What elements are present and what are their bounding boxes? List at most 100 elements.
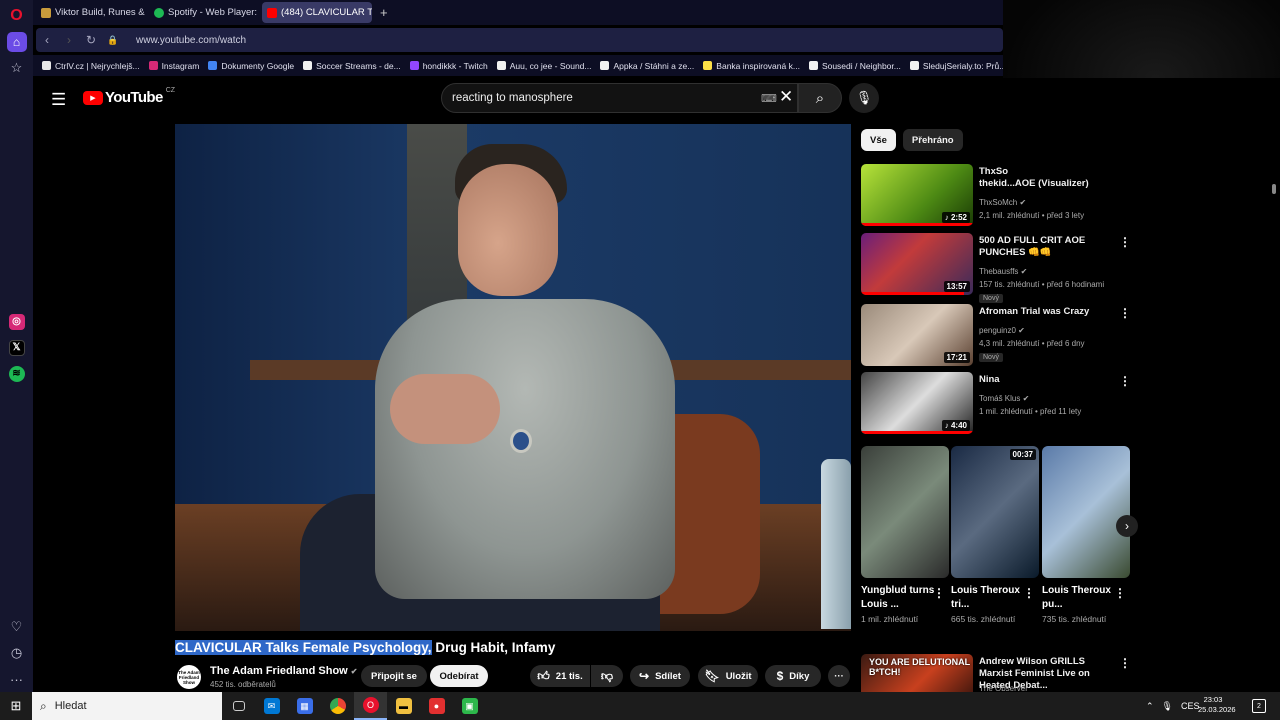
bookmark-favicon-icon <box>42 61 51 70</box>
bookmark-item[interactable]: Sousedi / Neighbor... <box>808 61 901 71</box>
bookmark-item[interactable]: SledujSerialy.to: Prů... <box>909 61 1003 71</box>
more-options-icon[interactable]: ⋮ <box>1114 586 1126 600</box>
recommendation-item[interactable]: 17:21 Afroman Trial was Crazy penguinz0 ✔ 4… <box>861 304 1141 366</box>
shorts-next-button[interactable]: › <box>1116 515 1138 537</box>
video-title: Nina <box>979 374 1000 385</box>
opera-taskbar-icon[interactable]: O <box>354 692 387 720</box>
tab-spotify[interactable]: Spotify - Web Player: Mus <box>149 2 259 23</box>
more-options-icon[interactable]: ⋮ <box>1023 586 1035 600</box>
history-icon[interactable]: ◷ <box>0 640 33 666</box>
task-view-icon[interactable] <box>222 692 255 720</box>
heart-icon[interactable]: ♡ <box>0 614 33 640</box>
spotify-icon[interactable]: ≋ <box>8 365 25 382</box>
more-options-icon[interactable]: ⋮ <box>1119 235 1131 249</box>
short-thumbnail[interactable] <box>1042 446 1130 578</box>
more-options-icon[interactable]: ⋮ <box>933 586 945 600</box>
app-icon-red[interactable]: ● <box>420 692 453 720</box>
bookmark-item[interactable]: Auu, co jee - Sound... <box>496 61 591 71</box>
like-button[interactable]: 👍︎ 21 tis. <box>530 665 590 687</box>
back-icon[interactable]: ‹ <box>36 33 58 47</box>
search-input[interactable]: reacting to manosphere <box>441 83 798 113</box>
tab-favicon <box>41 7 51 18</box>
youtube-logo[interactable]: ▶ YouTube CZ <box>83 87 175 106</box>
bookmark-item[interactable]: hondikkk - Twitch <box>409 61 488 71</box>
more-options-icon[interactable]: ⋮ <box>1119 306 1131 320</box>
verified-icon: ✔ <box>1018 326 1025 335</box>
video-thumbnail[interactable]: 13:57 <box>861 233 973 295</box>
notification-icon[interactable]: 2 <box>1252 699 1266 713</box>
clock[interactable]: 23:03 25.03.2026 <box>1198 695 1236 715</box>
bookmark-item[interactable]: CtrlV.cz | Nejrychlejš... <box>42 61 140 71</box>
thanks-button[interactable]: $ Díky <box>765 665 821 687</box>
more-icon[interactable]: ··· <box>0 666 33 692</box>
channel-avatar[interactable]: The Adam Friedland Show <box>177 665 201 689</box>
new-tab-button[interactable]: + <box>380 5 388 20</box>
recommendation-item[interactable]: ♪ 4:40 Nina Tomáš Klus ✔ 1 mil. zhlédnutí •… <box>861 372 1141 434</box>
channel-name[interactable]: The Adam Friedland Show ✔ <box>210 665 357 677</box>
keyboard-icon[interactable]: ⌨ <box>761 92 777 105</box>
reload-icon[interactable]: ↻ <box>80 33 102 47</box>
bookmark-favicon-icon <box>148 61 158 70</box>
opera-menu-icon[interactable]: O <box>0 3 33 29</box>
bookmark-item[interactable]: Soccer Streams - de... <box>303 61 401 71</box>
language-indicator[interactable]: CES <box>1181 701 1200 711</box>
instagram-icon[interactable]: ◎ <box>8 313 25 330</box>
bookmark-item[interactable]: Appka / Stáhni a ze... <box>600 61 694 71</box>
mail-icon[interactable]: ✉ <box>255 692 288 720</box>
channel-name[interactable]: ThxSoMch ✔ <box>979 198 1026 207</box>
bookmark-item[interactable]: Dokumenty Google <box>208 61 294 71</box>
app-icon-green[interactable]: ▣ <box>453 692 486 720</box>
channel-name[interactable]: Thebausffs ✔ <box>979 267 1027 276</box>
tab-viktor[interactable]: Viktor Build, Runes & Cou <box>36 2 146 23</box>
video-meta: 157 tis. zhlédnutí • před 6 hodinami <box>979 280 1105 289</box>
chevron-right-icon: › <box>1125 519 1129 533</box>
share-button[interactable]: ↪ Sdílet <box>630 665 690 687</box>
short-item[interactable]: Yungblud turns Louis ... 1 mil. zhlédnutí… <box>861 446 949 625</box>
short-thumbnail[interactable]: 00:37 <box>951 446 1039 578</box>
star-icon[interactable]: ☆ <box>0 55 33 81</box>
clear-search-icon[interactable]: ✕ <box>779 87 793 107</box>
bookmark-item[interactable]: Banka inspirovaná k... <box>703 61 800 71</box>
video-title: ThxSo thekid...AOE (Visualizer) <box>979 166 1089 189</box>
save-button[interactable]: 🔖︎ Uložit <box>698 665 758 687</box>
taskbar-search[interactable]: ⌕ Hledat <box>32 692 222 720</box>
x-icon[interactable]: 𝕏 <box>8 339 25 356</box>
home-icon[interactable]: ⌂ <box>0 29 33 55</box>
voice-search-button[interactable]: 🎙 <box>849 83 879 113</box>
mic-tray-icon[interactable]: 🎙 <box>1162 701 1173 712</box>
file-explorer-icon[interactable]: ▬ <box>387 692 420 720</box>
more-options-icon[interactable]: ⋮ <box>1119 656 1131 670</box>
channel-name[interactable]: Tomáš Klus ✔ <box>979 394 1029 403</box>
more-actions-button[interactable]: ··· <box>828 665 850 687</box>
url-field[interactable]: www.youtube.com/watch <box>136 35 246 46</box>
recommendation-item[interactable]: ♪ 2:52 ThxSo thekid...AOE (Visualizer) Thx… <box>861 164 1141 226</box>
subscribe-button[interactable]: Odebírat <box>430 665 488 687</box>
menu-icon[interactable]: ☰ <box>51 90 66 110</box>
more-options-icon[interactable]: ⋮ <box>1119 374 1131 388</box>
video-player[interactable] <box>175 124 851 631</box>
short-thumbnail[interactable] <box>861 446 949 578</box>
short-views: 1 mil. zhlédnutí <box>861 614 919 624</box>
video-thumbnail[interactable]: ♪ 2:52 <box>861 164 973 226</box>
store-icon[interactable]: ▦ <box>288 692 321 720</box>
lock-icon: 🔒 <box>107 34 119 45</box>
short-item[interactable]: Louis Theroux pu... 735 tis. zhlédnutí ⋮ <box>1042 446 1130 625</box>
join-button[interactable]: Připojit se <box>361 665 427 687</box>
mic-icon: 🎙 <box>855 90 873 105</box>
chrome-icon[interactable] <box>321 692 354 720</box>
dislike-button[interactable]: 👎︎ <box>591 665 623 687</box>
windows-start-icon[interactable]: ⊞ <box>0 692 32 720</box>
tab-youtube[interactable]: (484) CLAVICULAR Ta <box>262 2 372 23</box>
chip-watched[interactable]: Přehráno <box>902 129 963 151</box>
chip-all[interactable]: Vše <box>861 129 896 151</box>
forward-icon[interactable]: › <box>58 33 80 47</box>
scrollbar[interactable] <box>1272 184 1276 194</box>
search-button[interactable]: ⌕ <box>798 83 842 113</box>
bookmark-item[interactable]: Instagram <box>148 61 199 71</box>
recommendation-item[interactable]: 13:57 500 AD FULL CRIT AOE PUNCHES 👊👊 Theb… <box>861 233 1141 303</box>
short-item[interactable]: 00:37 Louis Theroux tri... 665 tis. zhlédn… <box>951 446 1039 625</box>
video-thumbnail[interactable]: 17:21 <box>861 304 973 366</box>
channel-name[interactable]: penguinz0 ✔ <box>979 326 1025 335</box>
chevron-up-icon[interactable]: ⌃ <box>1146 701 1154 712</box>
video-thumbnail[interactable]: ♪ 4:40 <box>861 372 973 434</box>
